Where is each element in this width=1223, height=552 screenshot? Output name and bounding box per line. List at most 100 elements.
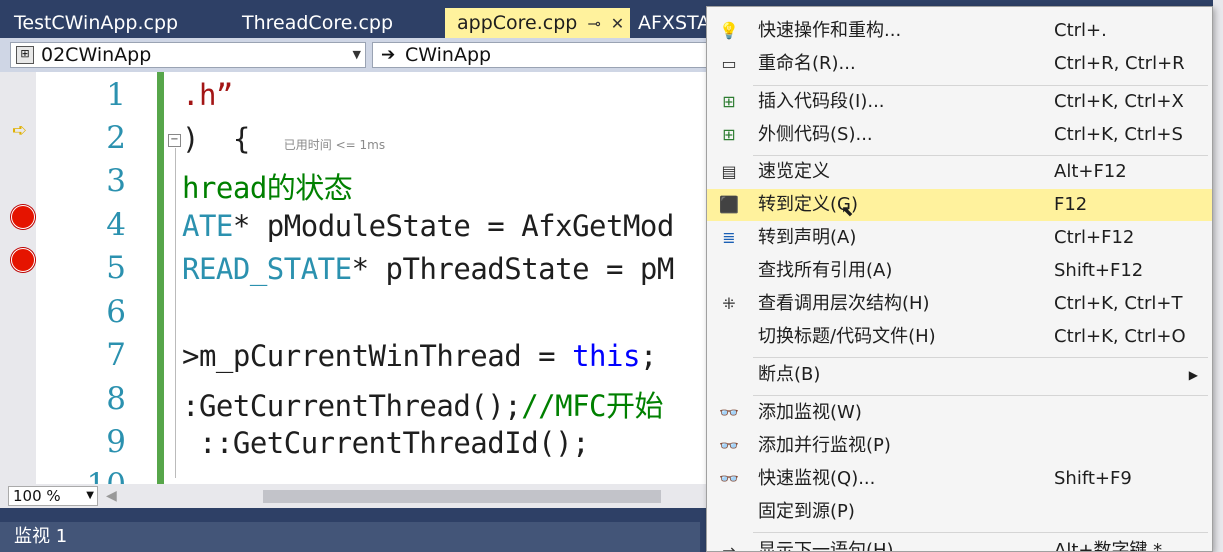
collapse-outline-icon[interactable]: − <box>168 134 181 147</box>
outline-guide <box>175 148 176 478</box>
code-text: >m_pCurrentWinThread = <box>182 339 573 373</box>
menu-item-breakpoint[interactable]: 断点(B) ▶ <box>707 359 1212 391</box>
scroll-left-icon[interactable]: ◀ <box>106 488 117 504</box>
submenu-arrow-icon: ▶ <box>1188 368 1198 382</box>
menu-item-label: 外侧代码(S)... <box>758 124 873 145</box>
code-comment: //MFC开始 <box>521 389 664 423</box>
menu-item-label: 添加并行监视(P) <box>758 435 891 456</box>
watch-glasses-icon: 👓 <box>719 403 739 422</box>
menu-item-find-all-references[interactable]: 查找所有引用(A) Shift+F12 <box>707 255 1212 287</box>
class-dropdown[interactable]: ➔ CWinApp <box>372 42 706 68</box>
menu-item-label: 快速操作和重构... <box>758 20 902 41</box>
show-next-statement-icon: → <box>722 541 736 552</box>
menu-item-label: 添加监视(W) <box>758 402 862 423</box>
breakpoint-icon[interactable] <box>11 248 35 272</box>
project-label: 02CWinApp <box>41 44 152 66</box>
change-tracking-bar <box>157 72 164 484</box>
line-number: 10 <box>40 467 126 484</box>
menu-item-label: 显示下一语句(H) <box>758 540 894 552</box>
line-number: 7 <box>106 337 126 373</box>
menu-item-peek-definition[interactable]: ▤ 速览定义 Alt+F12 <box>707 156 1212 188</box>
menu-item-label: 切换标题/代码文件(H) <box>758 326 936 347</box>
menu-item-add-watch[interactable]: 👓 添加监视(W) <box>707 397 1212 429</box>
menu-item-toggle-header-code[interactable]: 切换标题/代码文件(H) Ctrl+K, Ctrl+O <box>707 321 1212 353</box>
menu-item-shortcut: Shift+F12 <box>1054 260 1144 281</box>
menu-item-shortcut: Alt+F12 <box>1054 161 1127 182</box>
code-editor[interactable]: ➪ 1 2 3 4 5 6 7 8 9 10 − .h” ) { 已用时间 <=… <box>0 72 706 484</box>
arrow-right-icon: ➔ <box>381 45 396 65</box>
go-to-declaration-icon: ≣ <box>722 228 736 247</box>
menu-separator <box>753 357 1208 358</box>
menu-item-insert-snippet[interactable]: ⊞ 插入代码段(I)... Ctrl+K, Ctrl+X <box>707 86 1212 118</box>
project-dropdown[interactable]: ⊞ 02CWinApp ▼ <box>10 42 366 68</box>
tab-appcore[interactable]: appCore.cpp ⊸ ✕ <box>445 8 630 38</box>
code-line: ATE* pModuleState = AfxGetMod <box>182 209 674 243</box>
keyword: this <box>572 339 640 373</box>
menu-item-label: 重命名(R)... <box>758 53 856 74</box>
editor-footer: 100 % ▼ ◀ <box>0 484 706 508</box>
lightbulb-icon: 💡 <box>719 21 739 40</box>
menu-item-label: 转到声明(A) <box>758 227 857 248</box>
pin-icon[interactable]: ⊸ <box>587 14 600 33</box>
menu-item-pin-to-source[interactable]: 固定到源(P) <box>707 496 1212 528</box>
line-number: 1 <box>106 77 126 113</box>
tab-testcwinapp[interactable]: TestCWinApp.cpp <box>2 8 230 38</box>
menu-separator <box>753 395 1208 396</box>
code-comment: hread的状态 <box>182 171 353 205</box>
code-text: :GetCurrentThread(); <box>182 389 522 423</box>
code-line: ::GetCurrentThreadId(); <box>182 426 590 460</box>
menu-item-label: 断点(B) <box>758 364 821 385</box>
rename-icon: ▭ <box>721 54 737 73</box>
call-hierarchy-icon: ⁜ <box>722 294 736 313</box>
menu-item-surround-with[interactable]: ⊞ 外侧代码(S)... Ctrl+K, Ctrl+S <box>707 119 1212 151</box>
code-text: ) { <box>182 122 250 156</box>
insert-snippet-icon: ⊞ <box>722 92 736 111</box>
menu-item-quickwatch[interactable]: 👓 快速监视(Q)... Shift+F9 <box>707 463 1212 495</box>
menu-item-label: 固定到源(P) <box>758 501 855 522</box>
elapsed-time-hint[interactable]: 已用时间 <= 1ms <box>284 138 385 152</box>
menu-item-rename[interactable]: ▭ 重命名(R)... Ctrl+R, Ctrl+R <box>707 48 1212 80</box>
quickwatch-glasses-icon: 👓 <box>719 469 739 488</box>
menu-item-shortcut: Ctrl+K, Ctrl+T <box>1054 293 1183 314</box>
code-line: >m_pCurrentWinThread = this; <box>182 339 657 373</box>
menu-item-add-parallel-watch[interactable]: 👓 添加并行监视(P) <box>707 430 1212 462</box>
line-number: 6 <box>106 294 126 330</box>
breakpoint-icon[interactable] <box>11 205 35 229</box>
project-icon: ⊞ <box>16 46 34 64</box>
type-name: ATE <box>182 209 233 243</box>
surround-with-icon: ⊞ <box>722 125 736 144</box>
line-number: 8 <box>106 381 126 417</box>
menu-item-go-to-definition[interactable]: ⬛ 转到定义(G) F12 ⬉ <box>707 189 1212 221</box>
menu-item-shortcut: Ctrl+K, Ctrl+X <box>1054 91 1184 112</box>
line-number: 2 <box>106 120 126 156</box>
code-line: ) { 已用时间 <= 1ms <box>182 122 385 156</box>
tab-label: appCore.cpp <box>457 12 578 34</box>
watch-window-title[interactable]: 监视 1 <box>0 522 700 552</box>
menu-item-shortcut: F12 <box>1054 194 1088 215</box>
horizontal-scrollbar-thumb[interactable] <box>263 490 661 503</box>
code-text: * pThreadState = pM <box>351 252 675 286</box>
peek-definition-icon: ▤ <box>721 162 737 181</box>
code-text: ; <box>639 339 657 373</box>
menu-item-shortcut: Ctrl+K, Ctrl+O <box>1054 326 1186 347</box>
menu-item-shortcut: Ctrl+F12 <box>1054 227 1135 248</box>
background-window-edge <box>1213 0 1223 552</box>
menu-item-show-next-statement[interactable]: → 显示下一语句(H) Alt+数字键 * <box>707 535 1212 552</box>
menu-item-go-to-declaration[interactable]: ≣ 转到声明(A) Ctrl+F12 <box>707 222 1212 254</box>
menu-item-shortcut: Ctrl+K, Ctrl+S <box>1054 124 1183 145</box>
zoom-dropdown[interactable]: 100 % ▼ <box>8 486 98 506</box>
tab-threadcore[interactable]: ThreadCore.cpp <box>230 8 442 38</box>
close-icon[interactable]: ✕ <box>611 14 624 33</box>
tab-afxstat[interactable]: AFXSTA <box>630 8 706 38</box>
menu-item-shortcut: Shift+F9 <box>1054 468 1132 489</box>
code-line: READ_STATE* pThreadState = pM <box>182 252 674 286</box>
menu-item-quick-actions[interactable]: 💡 快速操作和重构... Ctrl+. <box>707 15 1212 47</box>
code-line: .h” <box>182 78 233 112</box>
tab-label: TestCWinApp.cpp <box>14 12 179 34</box>
chevron-down-icon: ▼ <box>86 490 94 501</box>
tab-label: ThreadCore.cpp <box>242 12 394 34</box>
menu-item-call-hierarchy[interactable]: ⁜ 查看调用层次结构(H) Ctrl+K, Ctrl+T <box>707 288 1212 320</box>
instruction-pointer-icon: ➪ <box>12 120 28 141</box>
menu-item-label: 快速监视(Q)... <box>758 468 876 489</box>
tab-label: AFXSTA <box>638 12 706 34</box>
